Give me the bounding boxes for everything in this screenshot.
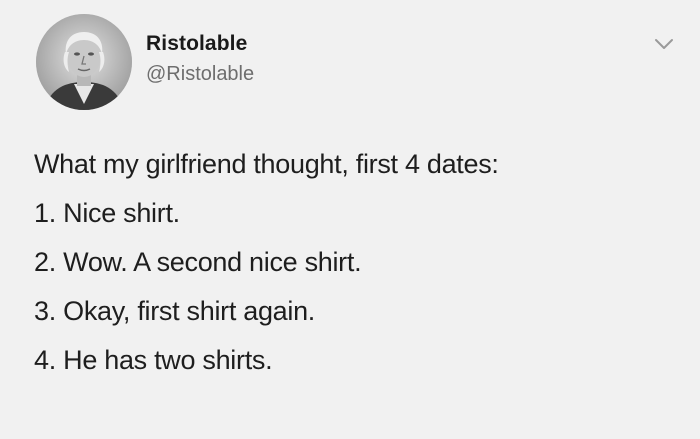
tweet-line: 3. Okay, first shirt again. — [34, 296, 316, 326]
chevron-down-icon — [655, 39, 673, 49]
portrait-avatar-icon — [36, 14, 132, 110]
avatar[interactable] — [36, 14, 132, 110]
tweet-menu-button[interactable] — [652, 34, 676, 54]
tweet-line: What my girlfriend thought, first 4 date… — [34, 149, 499, 179]
tweet-text: What my girlfriend thought, first 4 date… — [34, 140, 499, 385]
tweet-card: Ristolable @Ristolable What my girlfrien… — [0, 0, 700, 439]
author-handle[interactable]: @Ristolable — [146, 63, 254, 86]
tweet-line: 2. Wow. A second nice shirt. — [34, 247, 362, 277]
tweet-line: 4. He has two shirts. — [34, 345, 273, 375]
tweet-line: 1. Nice shirt. — [34, 198, 180, 228]
author-display-name[interactable]: Ristolable — [146, 32, 247, 56]
